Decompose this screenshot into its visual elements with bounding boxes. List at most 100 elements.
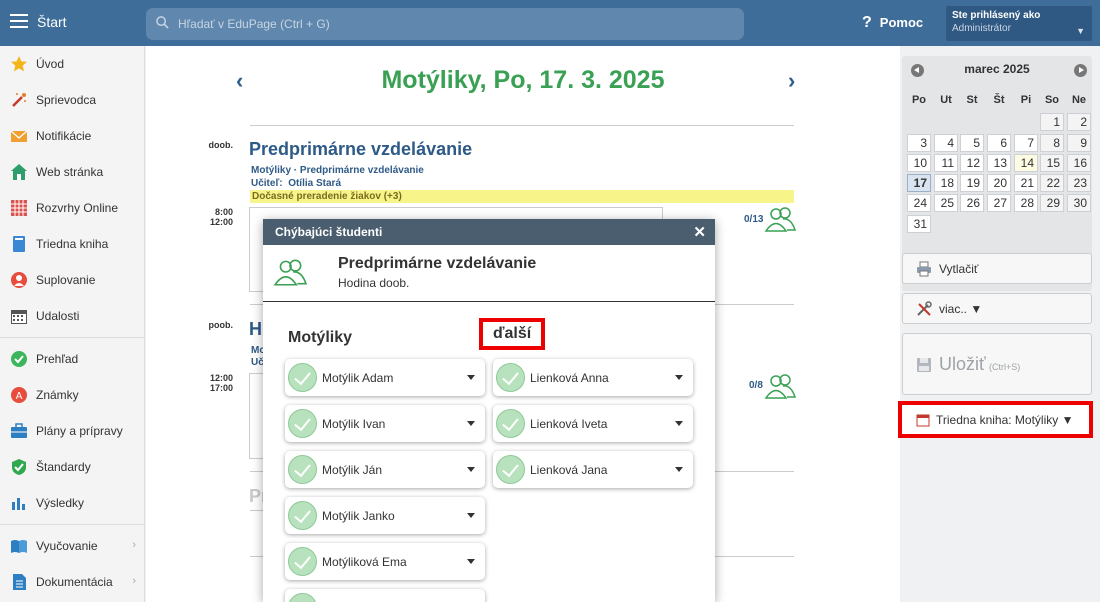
sidebar-item-prehlad[interactable]: Prehľad [0, 341, 144, 377]
more-label: viac.. ▼ [939, 302, 983, 316]
sidebar-item-suplovanie[interactable]: Suplovanie [0, 262, 144, 298]
dropdown-arrow-icon[interactable] [467, 421, 475, 426]
timetable-grid-icon [11, 200, 27, 216]
student-attendance-item[interactable]: Motýlik Adam [285, 359, 485, 396]
calendar-day[interactable]: 5 [960, 134, 984, 152]
envelope-icon [10, 130, 28, 142]
search-box[interactable] [146, 8, 744, 40]
calendar-day[interactable]: 18 [934, 174, 958, 192]
calendar-day[interactable]: 28 [1014, 194, 1038, 212]
calendar-day[interactable]: 9 [1067, 134, 1091, 152]
temporary-reassignment-notice[interactable]: Dočasné preradenie žiakov (+3) [250, 190, 794, 203]
lesson-title[interactable]: Predprimárne vzdelávanie [249, 139, 472, 160]
next-day-arrow-icon[interactable]: › [788, 68, 795, 94]
present-check-icon[interactable] [288, 547, 317, 576]
sidebar-item-rozvrhy-online[interactable]: Rozvrhy Online [0, 190, 144, 226]
sidebar-item-standardy[interactable]: Štandardy [0, 449, 144, 485]
sidebar-item-label: Štandardy [36, 460, 91, 474]
sidebar-item-udalosti[interactable]: Udalosti [0, 298, 144, 334]
student-attendance-item[interactable]: Motýliková Ema [285, 543, 485, 580]
students-icon[interactable] [764, 373, 796, 399]
dropdown-arrow-icon[interactable] [675, 467, 683, 472]
student-attendance-item[interactable]: Lienková Iveta [493, 405, 693, 442]
sidebar-item-dokumentacia[interactable]: Dokumentácia › [0, 564, 144, 600]
sidebar-item-uvod[interactable]: Úvod [0, 46, 144, 82]
present-check-icon[interactable] [288, 363, 317, 392]
print-button[interactable]: Vytlačiť [902, 253, 1092, 284]
calendar-day[interactable]: 3 [907, 134, 931, 152]
student-attendance-item[interactable]: Motýlik Janko [285, 497, 485, 534]
weekday-label: Ut [940, 94, 952, 106]
calendar-day[interactable]: 1 [1040, 113, 1064, 131]
present-check-icon[interactable] [496, 363, 525, 392]
calendar-day[interactable]: 14 [1014, 154, 1038, 172]
calendar-day[interactable]: 21 [1014, 174, 1038, 192]
calendar-day[interactable]: 29 [1040, 194, 1064, 212]
calendar-next-month-icon[interactable] [1074, 64, 1087, 77]
calendar-day[interactable]: 20 [987, 174, 1011, 192]
search-input[interactable] [178, 14, 728, 34]
calendar-day[interactable]: 16 [1067, 154, 1091, 172]
start-label[interactable]: Štart [37, 14, 67, 30]
sidebar-item-vysledky[interactable]: Výsledky [0, 485, 144, 521]
calendar-day[interactable]: 8 [1040, 134, 1064, 152]
save-button[interactable]: Uložiť (Ctrl+S) [902, 333, 1092, 395]
calendar-day[interactable]: 23 [1067, 174, 1091, 192]
student-attendance-item[interactable]: Motýlik Ján [285, 451, 485, 488]
present-check-icon[interactable] [496, 409, 525, 438]
calendar-day[interactable]: 19 [960, 174, 984, 192]
attendance-count: 0/8 [749, 380, 763, 391]
sidebar-item-znamky[interactable]: A Známky [0, 377, 144, 413]
present-check-icon[interactable] [288, 409, 317, 438]
dropdown-arrow-icon[interactable] [467, 375, 475, 380]
sidebar-item-vyucovanie[interactable]: Vyučovanie › [0, 528, 144, 564]
calendar-day[interactable]: 31 [907, 215, 931, 233]
classbook-highlight: Triedna kniha: Motýliky ▼ [898, 401, 1093, 438]
sidebar-item-sprievodca[interactable]: Sprievodca [0, 82, 144, 118]
dialog-title: Chýbajúci študenti [275, 225, 383, 239]
calendar-day[interactable]: 30 [1067, 194, 1091, 212]
present-check-icon[interactable] [288, 593, 317, 602]
more-button[interactable]: viac.. ▼ [902, 293, 1092, 324]
lesson-title[interactable]: H [249, 319, 262, 340]
calendar-day[interactable]: 12 [960, 154, 984, 172]
help-button[interactable]: ? Pomoc [862, 14, 923, 32]
dropdown-arrow-icon[interactable] [675, 375, 683, 380]
calendar-day[interactable]: 11 [934, 154, 958, 172]
calendar-day-selected[interactable]: 17 [907, 174, 931, 192]
student-attendance-item[interactable]: Lienková Jana [493, 451, 693, 488]
sidebar-item-web-stranka[interactable]: Web stránka [0, 154, 144, 190]
dropdown-arrow-icon[interactable] [467, 513, 475, 518]
calendar-day[interactable]: 13 [987, 154, 1011, 172]
calendar-day[interactable]: 15 [1040, 154, 1064, 172]
sidebar-item-plany-a-pripravy[interactable]: Plány a prípravy [0, 413, 144, 449]
calendar-day[interactable]: 26 [960, 194, 984, 212]
present-check-icon[interactable] [288, 455, 317, 484]
hamburger-menu-icon[interactable] [10, 14, 28, 28]
student-attendance-item[interactable] [285, 589, 485, 602]
calendar-day[interactable]: 27 [987, 194, 1011, 212]
dropdown-arrow-icon[interactable] [467, 559, 475, 564]
close-icon[interactable]: ✕ [693, 223, 706, 241]
sidebar-item-triedna-kniha[interactable]: Triedna kniha [0, 226, 144, 262]
calendar-day[interactable]: 22 [1040, 174, 1064, 192]
user-account-menu[interactable]: Ste prihlásený ako Administrátor ▼ [946, 6, 1092, 41]
student-attendance-item[interactable]: Lienková Anna [493, 359, 693, 396]
calendar-day[interactable]: 2 [1067, 113, 1091, 131]
students-icon[interactable] [764, 206, 796, 232]
calendar-day[interactable]: 7 [1014, 134, 1038, 152]
star-icon [11, 56, 27, 72]
present-check-icon[interactable] [496, 455, 525, 484]
calendar-day[interactable]: 25 [934, 194, 958, 212]
dropdown-arrow-icon[interactable] [675, 421, 683, 426]
sidebar-item-notifikacie[interactable]: Notifikácie [0, 118, 144, 154]
calendar-day[interactable]: 24 [907, 194, 931, 212]
student-attendance-item[interactable]: Motýlik Ivan [285, 405, 485, 442]
classbook-dropdown-button[interactable]: Triedna kniha: Motýliky ▼ [902, 405, 1089, 434]
calendar-day[interactable]: 4 [934, 134, 958, 152]
calendar-day[interactable]: 6 [987, 134, 1011, 152]
calendar-day[interactable]: 10 [907, 154, 931, 172]
dropdown-arrow-icon[interactable] [467, 467, 475, 472]
shield-check-icon [12, 459, 26, 475]
present-check-icon[interactable] [288, 501, 317, 530]
